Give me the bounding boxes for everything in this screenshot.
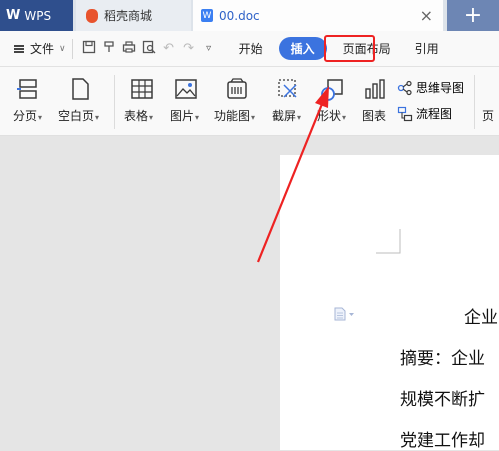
caret-icon: ▾ [38, 113, 43, 122]
divider [71, 38, 73, 59]
page-break-button[interactable]: 分页▾ [10, 75, 50, 131]
wps-logo-icon: W [6, 8, 21, 23]
flowchart-label: 流程图 [416, 107, 453, 121]
image-icon [175, 79, 197, 99]
flowchart-icon [397, 106, 413, 121]
blank-page-icon [72, 78, 89, 100]
caret-icon: ▾ [251, 113, 256, 122]
tab-insert[interactable]: 插入 [278, 37, 327, 60]
format-painter-icon[interactable] [99, 40, 119, 58]
tab-docer-store[interactable]: 稻壳商城 [76, 0, 191, 31]
feature-chart-icon [227, 78, 247, 99]
title-bar: W WPS 稻壳商城 W 00.doc × + [0, 0, 499, 31]
blank-page-button[interactable]: 空白页▾ [56, 75, 106, 131]
print-preview-icon[interactable] [139, 40, 159, 58]
shapes-button[interactable]: 形状▾ [315, 75, 355, 131]
image-button[interactable]: 图片▾ [168, 75, 208, 131]
tab-document[interactable]: W 00.doc × [193, 0, 443, 31]
shapes-icon [321, 79, 343, 101]
chart-label: 图表 [362, 109, 387, 123]
doc-title-fragment: 企业 [464, 308, 498, 328]
tab-wps-home[interactable]: W WPS [0, 0, 73, 31]
file-menu-label: 文件 [30, 42, 55, 56]
save-icon[interactable] [79, 40, 99, 58]
margin-corner-mark [376, 229, 401, 254]
tab-shop-label: 稻壳商城 [104, 9, 153, 23]
tab-start[interactable]: 开始 [231, 37, 271, 60]
screenshot-label: 截屏 [272, 109, 297, 123]
document-page[interactable]: 企业 摘要：企业 规模不断扩 党建工作却 [280, 155, 499, 451]
divider [474, 75, 475, 129]
file-menu-button[interactable]: 文件 ∨ [14, 40, 66, 57]
caret-icon: ▾ [342, 113, 347, 122]
close-tab-icon[interactable]: × [420, 6, 433, 25]
tab-wps-label: WPS [24, 8, 52, 23]
page-break-label: 分页 [13, 109, 38, 123]
table-label: 表格 [124, 109, 149, 123]
bar-chart-icon [365, 79, 385, 99]
mind-map-button[interactable]: 思维导图 [397, 79, 464, 96]
caret-icon: ▾ [297, 113, 302, 122]
paragraph-options-icon[interactable] [334, 307, 356, 321]
table-button[interactable]: 表格▾ [122, 75, 162, 131]
insert-ribbon: 分页▾ 空白页▾ 表格▾ 图片▾ 功能图▾ 截屏▾ 形状▾ 图表 思维导图 流程… [0, 67, 499, 136]
shapes-label: 形状 [317, 109, 342, 123]
doc-paragraph-line: 摘要：企业 [400, 349, 485, 369]
doc-paragraph-line: 规模不断扩 [400, 390, 485, 410]
scissors-icon [278, 79, 297, 98]
blank-page-label: 空白页 [58, 109, 95, 123]
page-break-icon [17, 79, 37, 99]
table-icon [131, 79, 153, 99]
screenshot-button[interactable]: 截屏▾ [270, 75, 310, 131]
feature-chart-button[interactable]: 功能图▾ [213, 75, 263, 131]
header-label-partial: 页 [482, 109, 495, 123]
print-icon[interactable] [119, 40, 139, 58]
flame-icon [86, 8, 98, 23]
image-label: 图片 [170, 109, 195, 123]
doc-paragraph-line: 党建工作却 [400, 431, 485, 451]
new-tab-button[interactable]: + [447, 0, 499, 31]
customize-toolbar-icon[interactable]: ▿ [199, 43, 219, 54]
divider [114, 75, 115, 129]
caret-icon: ▾ [195, 113, 200, 122]
flowchart-button[interactable]: 流程图 [397, 105, 452, 122]
hamburger-icon [14, 44, 24, 53]
menu-bar: 文件 ∨ ↶ ↷ ▿ 开始 插入 页面布局 引用 [0, 31, 499, 67]
header-button-partial[interactable]: 页 [482, 107, 494, 124]
caret-icon: ▾ [95, 113, 100, 122]
tab-doc-label: 00.doc [219, 8, 260, 23]
mind-map-icon [397, 80, 412, 95]
feature-chart-label: 功能图 [214, 109, 251, 123]
caret-icon: ▾ [149, 113, 154, 122]
mind-map-label: 思维导图 [416, 81, 465, 95]
chevron-down-icon: ∨ [59, 43, 66, 54]
chart-button[interactable]: 图表 [360, 75, 394, 131]
doc-file-icon: W [201, 9, 213, 22]
undo-icon[interactable]: ↶ [159, 41, 179, 56]
highlight-box [324, 35, 375, 62]
tab-references[interactable]: 引用 [407, 37, 447, 60]
redo-icon[interactable]: ↷ [179, 41, 199, 56]
